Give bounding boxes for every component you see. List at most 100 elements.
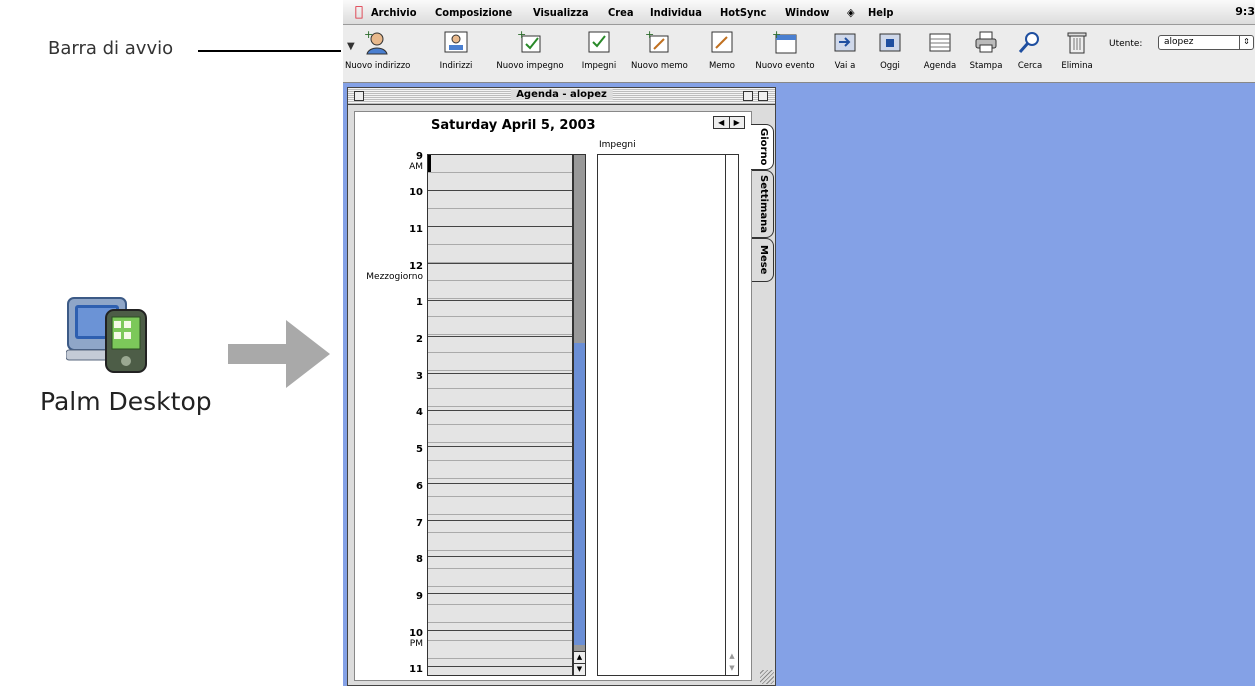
menu-archivio[interactable]: Archivio [371,6,417,19]
new-event-button[interactable]: + Nuovo evento [751,29,819,71]
addresses-button[interactable]: Indirizzi [433,29,479,71]
day-date-title: Saturday April 5, 2003 [431,118,596,133]
tool-label: Vai a [834,61,856,71]
new-task-icon: + [517,29,541,53]
collapse-box-icon[interactable] [758,91,768,101]
tool-label: Impegni [581,61,617,71]
hour-label: 3 [416,371,423,382]
tasks-scrollbar[interactable]: ▲ ▼ [725,155,738,675]
scroll-thumb[interactable] [574,343,585,645]
hour-label: 2 [416,334,423,345]
tasks-button[interactable]: Impegni [579,29,619,71]
goto-button[interactable]: Vai a [829,29,861,71]
hour-label: 9 AM [409,151,423,173]
hour-label: 9 [416,591,423,602]
window-title-bar[interactable]: Agenda - alopez [348,88,775,105]
goto-icon [834,33,856,52]
launch-toolbar: ▼ + Nuovo indirizzo Indirizzi + Nuovo im… [343,25,1255,83]
tab-mese[interactable]: Mese [752,238,774,282]
memo-button[interactable]: Memo [705,29,739,71]
svg-text:+: + [364,29,373,41]
new-event-icon: + [772,29,797,54]
day-navigation: ◀ ▶ [713,116,745,129]
tool-label: Cerca [1017,61,1043,71]
new-memo-button[interactable]: + Nuovo memo [631,29,688,71]
close-box-icon[interactable] [354,91,364,101]
today-icon [879,33,901,52]
hour-labels: 9 AM 10 11 12 Mezzogiorno 1 2 3 4 5 6 7 8 … [355,152,427,682]
right-arrow-icon [228,320,330,388]
tool-label: Nuovo indirizzo [345,61,411,71]
hour-label: 10 PM [409,628,423,650]
search-button[interactable]: Cerca [1015,29,1045,71]
palm-desktop-app-icon [66,297,147,373]
agenda-icon [929,33,951,52]
scroll-down-arrow-icon[interactable]: ▼ [726,664,738,675]
menu-composizione[interactable]: Composizione [435,6,512,19]
menu-individua[interactable]: Individua [650,6,702,19]
memo-icon [711,31,733,53]
window-title: Agenda - alopez [510,89,613,100]
tab-giorno[interactable]: Giorno [751,124,774,170]
app-name: Palm Desktop [40,387,212,416]
hour-label: 7 [416,518,423,529]
resize-grip-icon[interactable] [760,670,774,684]
search-icon [1018,32,1039,53]
scroll-down-arrow-icon[interactable]: ▼ [574,663,585,675]
delete-button[interactable]: Elimina [1059,29,1095,71]
zoom-box-icon[interactable] [743,91,753,101]
user-select-value: alopez [1164,37,1194,47]
tool-label: Stampa [969,61,1003,71]
launch-bar-callout-label: Barra di avvio [48,38,174,59]
next-day-arrow-icon[interactable]: ▶ [730,117,745,128]
new-memo-icon: + [645,29,669,53]
menu-hotsync[interactable]: HotSync [720,6,766,19]
prev-day-arrow-icon[interactable]: ◀ [714,117,730,128]
tool-label: Indirizzi [439,61,473,71]
trash-icon [1067,32,1087,54]
print-button[interactable]: Stampa [967,29,1005,71]
tool-label: Nuovo evento [755,61,815,71]
schedule-grid[interactable] [427,154,573,676]
callout-line [198,50,341,52]
menu-window[interactable]: Window [785,6,829,19]
tasks-icon [588,31,610,53]
hour-label: 5 [416,444,423,455]
new-task-button[interactable]: + Nuovo impegno [493,29,567,71]
svg-text:+: + [772,29,781,41]
printer-icon [975,31,997,53]
tool-label: Agenda [923,61,957,71]
menu-crea[interactable]: Crea [608,6,634,19]
agenda-button[interactable]: Agenda [921,29,959,71]
menu-visualizza[interactable]: Visualizza [533,6,589,19]
hour-label: 11 [409,664,423,675]
tasks-list[interactable]: ▲ ▼ [597,154,739,676]
user-select[interactable]: alopez ⇕ [1158,35,1254,50]
new-address-icon: + [364,29,388,55]
chevron-updown-icon: ⇕ [1239,35,1253,50]
tool-label: Nuovo memo [631,61,688,71]
agenda-window: Agenda - alopez Saturday April 5, 2003 ◀… [347,87,776,686]
hour-label: 10 [409,187,423,198]
today-button[interactable]: Oggi [873,29,907,71]
schedule-scrollbar[interactable]: ▲ ▼ [573,154,586,676]
hour-label: 8 [416,554,423,565]
desktop-screen:  Archivio Composizione Visualizza Crea … [343,0,1255,686]
scroll-up-arrow-icon[interactable]: ▲ [574,651,585,663]
menu-script-icon[interactable]: ◈ [847,6,855,19]
menu-bar:  Archivio Composizione Visualizza Crea … [343,0,1255,25]
hour-label: 1 [416,297,423,308]
new-address-button[interactable]: + Nuovo indirizzo [345,29,411,71]
tab-settimana[interactable]: Settimana [752,170,774,238]
hour-label: 4 [416,407,423,418]
tool-label: Memo [708,61,736,71]
time-cursor [428,155,431,172]
svg-text:+: + [645,29,654,41]
hour-label: 6 [416,481,423,492]
apple-menu-icon[interactable]:  [347,4,371,20]
tool-label: Nuovo impegno [496,61,564,71]
menu-help[interactable]: Help [868,6,893,19]
tasks-column-header: Impegni [599,140,636,150]
scroll-up-arrow-icon[interactable]: ▲ [726,652,738,663]
menu-clock: 9:3 [1235,5,1255,18]
